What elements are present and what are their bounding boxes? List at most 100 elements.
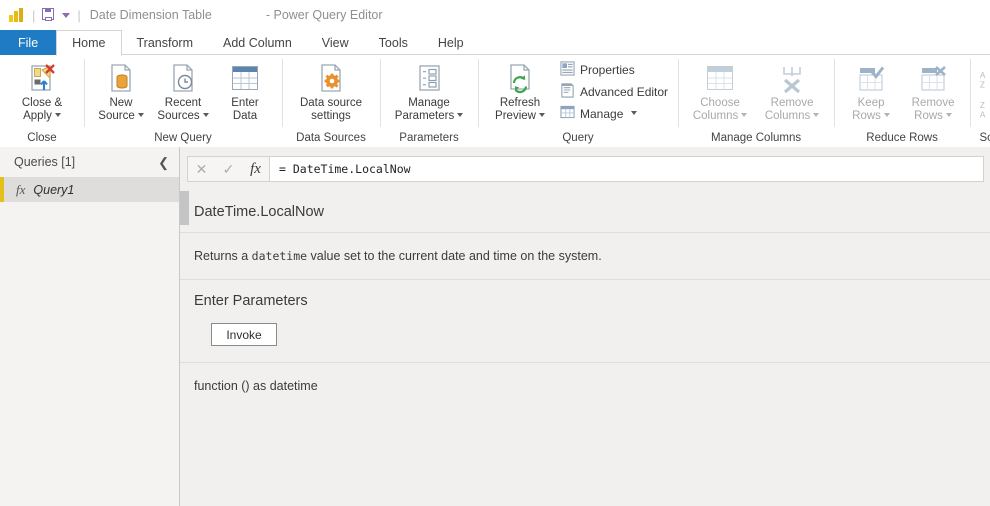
chevron-left-icon[interactable]: ❮ (158, 156, 169, 169)
data-source-settings-label-line2: settings (311, 110, 351, 122)
chevron-down-icon[interactable] (137, 113, 144, 118)
fx-icon: fx (16, 181, 26, 197)
remove-columns-label-line1: Remove (770, 97, 814, 109)
enter-parameters-section: Enter Parameters Invoke (180, 280, 990, 363)
chevron-down-icon[interactable] (883, 113, 890, 118)
keep-rows-button[interactable]: Keep Rows (840, 59, 902, 123)
tab-add-column[interactable]: Add Column (208, 30, 307, 55)
close-and-apply-button[interactable]: Close & Apply (6, 59, 78, 123)
tab-home[interactable]: Home (56, 30, 122, 56)
ribbon-group-title-query: Query (562, 132, 594, 144)
recent-sources-label-line1: Recent (164, 97, 202, 109)
manage-parameters-button[interactable]: Manage Parameters (386, 59, 472, 123)
save-icon[interactable] (42, 8, 56, 22)
keep-rows-label-line2: Rows (852, 110, 881, 122)
recent-sources-button[interactable]: Recent Sources (152, 59, 214, 123)
function-description-section: Returns a datetime value set to the curr… (180, 233, 990, 280)
cancel-icon[interactable]: ✕ (188, 157, 215, 181)
query-list-item-query1[interactable]: fx Query1 (0, 177, 179, 202)
properties-icon (560, 61, 575, 79)
manage-button[interactable]: Manage (560, 105, 668, 122)
chevron-down-icon[interactable] (62, 12, 71, 18)
manage-icon (560, 105, 575, 122)
main-pane: ✕ ✓ fx = DateTime.LocalNow DateTime.Loca… (180, 147, 990, 506)
ribbon-group-title-reduce-rows: Reduce Rows (866, 132, 938, 144)
new-source-button[interactable]: New Source (90, 59, 152, 123)
sort-ascending-icon[interactable]: A Z (979, 69, 990, 94)
refresh-preview-label-line2: Preview (495, 110, 536, 122)
chevron-down-icon[interactable] (741, 113, 748, 118)
chevron-down-icon[interactable] (202, 113, 209, 118)
ribbon-group-data-sources: Data source settings Data Sources (282, 55, 380, 147)
close-and-apply-icon (26, 61, 58, 95)
svg-text:Z: Z (980, 80, 985, 89)
recent-sources-label-line2: Sources (157, 110, 200, 122)
tab-file[interactable]: File (0, 30, 57, 55)
formula-bar: ✕ ✓ fx = DateTime.LocalNow (180, 147, 990, 191)
function-name: DateTime.LocalNow (194, 204, 325, 220)
tab-transform[interactable]: Transform (122, 30, 209, 55)
chevron-down-icon[interactable] (457, 113, 464, 118)
chevron-down-icon[interactable] (945, 113, 952, 118)
power-bi-logo (9, 8, 25, 22)
enter-parameters-title: Enter Parameters (194, 293, 308, 309)
remove-rows-label-line1: Remove (911, 97, 955, 109)
checkmark-icon[interactable]: ✓ (215, 157, 242, 181)
invoke-button[interactable]: Invoke (211, 323, 277, 346)
sort-descending-icon[interactable]: Z A (979, 99, 990, 124)
manage-parameters-label-line1: Manage (408, 97, 450, 109)
refresh-preview-button[interactable]: Refresh Preview (484, 59, 556, 123)
enter-data-icon (232, 61, 258, 95)
manage-parameters-label-line2: Parameters (394, 110, 455, 122)
remove-rows-icon (918, 61, 948, 95)
advanced-editor-icon (560, 83, 575, 101)
queries-pane: Queries [1] ❮ fx Query1 (0, 147, 180, 506)
enter-data-button[interactable]: Enter Data (214, 59, 276, 123)
function-description-suffix: value set to the current date and time o… (307, 249, 602, 263)
ribbon-group-title-parameters: Parameters (399, 132, 459, 144)
properties-label: Properties (580, 63, 635, 77)
function-description: Returns a datetime value set to the curr… (194, 233, 976, 279)
svg-text:A: A (980, 110, 986, 119)
manage-parameters-icon (415, 61, 443, 95)
ribbon-group-query: Refresh Preview Properties Advanced Edit… (478, 55, 678, 147)
ribbon-group-new-query: New Source Recent Sources Enter Data New… (84, 55, 282, 147)
data-source-settings-button[interactable]: Data source settings (288, 59, 374, 123)
ribbon-group-title-close: Close (27, 132, 57, 144)
query-list-item-label: Query1 (33, 182, 75, 197)
recent-sources-icon (168, 61, 198, 95)
ribbon-group-title-data-sources: Data Sources (296, 132, 366, 144)
ribbon-group-parameters: Manage Parameters Parameters (380, 55, 478, 147)
advanced-editor-button[interactable]: Advanced Editor (560, 83, 668, 101)
close-and-apply-label-line2: Apply (23, 110, 52, 122)
vertical-scrollbar-thumb[interactable] (180, 191, 189, 225)
chevron-down-icon[interactable] (631, 111, 638, 115)
chevron-down-icon[interactable] (813, 113, 820, 118)
tab-tools[interactable]: Tools (364, 30, 423, 55)
ribbon-group-title-sort: Sort (979, 132, 990, 144)
advanced-editor-label: Advanced Editor (580, 85, 669, 99)
data-source-settings-label-line1: Data source (299, 97, 362, 109)
chevron-down-icon[interactable] (538, 113, 545, 118)
remove-rows-button[interactable]: Remove Rows (902, 59, 964, 123)
remove-columns-button[interactable]: Remove Columns (756, 59, 828, 123)
choose-columns-icon (707, 61, 734, 95)
ribbon-group-title-manage-columns: Manage Columns (710, 132, 802, 144)
ribbon: Close & Apply Close New Source Recent So… (0, 55, 990, 148)
enter-data-label-line1: Enter (231, 97, 259, 109)
tab-view[interactable]: View (307, 30, 364, 55)
function-description-type: datetime (251, 249, 308, 263)
fx-icon[interactable]: fx (242, 157, 269, 181)
tab-help[interactable]: Help (423, 30, 479, 55)
remove-rows-label-line2: Rows (914, 110, 943, 122)
close-and-apply-label-line1: Close & (21, 97, 63, 109)
ribbon-tab-strip: File Home Transform Add Column View Tool… (0, 30, 990, 56)
properties-button[interactable]: Properties (560, 61, 668, 79)
remove-columns-label-line2: Columns (764, 110, 811, 122)
choose-columns-button[interactable]: Choose Columns (684, 59, 756, 123)
power-query-editor-window: | | Date Dimension Table - Power Query E… (0, 0, 990, 506)
chevron-down-icon[interactable] (54, 113, 61, 118)
formula-input[interactable]: = DateTime.LocalNow (269, 156, 984, 182)
manage-label: Manage (580, 106, 624, 121)
workspace: Queries [1] ❮ fx Query1 ✕ ✓ fx = DateTim… (0, 147, 990, 506)
